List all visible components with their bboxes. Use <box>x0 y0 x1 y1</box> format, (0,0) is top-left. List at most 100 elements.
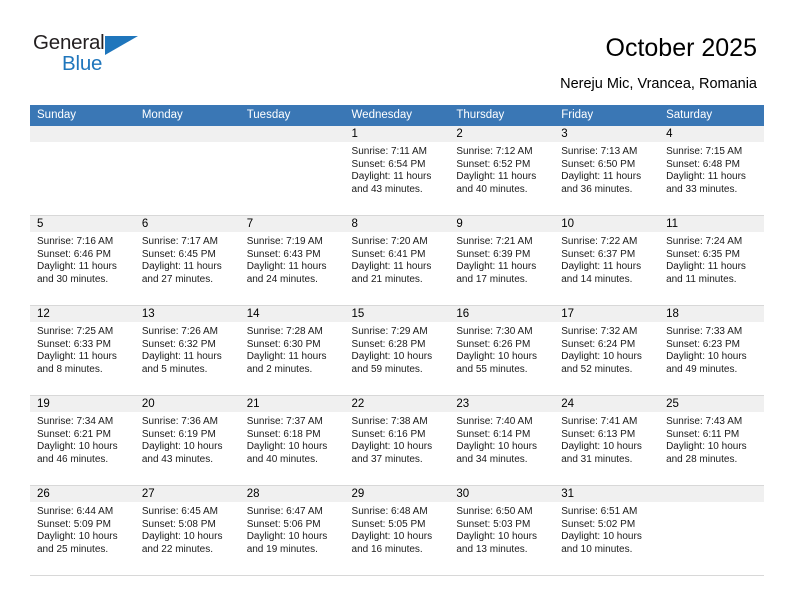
day-number: 30 <box>449 486 555 502</box>
calendar-day-cell[interactable]: 27 Sunrise: 6:45 AM Sunset: 5:08 PM Dayligh… <box>134 485 240 576</box>
calendar-day-cell[interactable]: 31 Sunrise: 6:51 AM Sunset: 5:02 PM Dayligh… <box>554 485 660 576</box>
weekday-header-row: Sunday Monday Tuesday Wednesday Thursday… <box>30 105 764 126</box>
daylight-text-line1: Daylight: 10 hours <box>141 441 223 453</box>
daylight-text-line2: and 59 minutes. <box>351 363 423 375</box>
day-cell-content: 21 Sunrise: 7:37 AM Sunset: 6:18 PM Dayligh… <box>239 396 345 485</box>
sunset-text: Sunset: 6:16 PM <box>351 428 426 440</box>
day-details: Sunrise: 7:16 AM Sunset: 6:46 PM Daylight:… <box>30 232 135 286</box>
day-number: 9 <box>449 216 555 232</box>
weekday-header-saturday: Saturday <box>659 105 764 126</box>
calendar-day-cell[interactable]: 28 Sunrise: 6:47 AM Sunset: 5:06 PM Dayligh… <box>239 485 345 576</box>
day-cell-content: 12 Sunrise: 7:25 AM Sunset: 6:33 PM Dayligh… <box>30 306 135 395</box>
calendar-day-cell[interactable]: 5 Sunrise: 7:16 AM Sunset: 6:46 PM Daylight… <box>30 215 135 306</box>
calendar-day-cell[interactable]: 29 Sunrise: 6:48 AM Sunset: 5:05 PM Dayligh… <box>344 485 450 576</box>
calendar-day-cell[interactable]: 17 Sunrise: 7:32 AM Sunset: 6:24 PM Dayligh… <box>554 305 660 396</box>
daylight-text-line2: and 10 minutes. <box>561 543 633 555</box>
day-number: 14 <box>239 306 345 322</box>
sunset-text: Sunset: 6:45 PM <box>141 248 216 260</box>
calendar-day-cell[interactable]: 30 Sunrise: 6:50 AM Sunset: 5:03 PM Dayligh… <box>449 485 555 576</box>
day-details: Sunrise: 7:36 AM Sunset: 6:19 PM Daylight:… <box>135 412 240 466</box>
daylight-text-line1: Daylight: 10 hours <box>351 351 433 363</box>
day-details: Sunrise: 6:44 AM Sunset: 5:09 PM Daylight:… <box>30 502 135 556</box>
calendar-day-cell[interactable]: 21 Sunrise: 7:37 AM Sunset: 6:18 PM Dayligh… <box>239 395 345 486</box>
calendar-day-cell <box>659 485 764 576</box>
day-number: 2 <box>449 126 555 142</box>
sunrise-text: Sunrise: 7:30 AM <box>456 326 533 337</box>
calendar-day-cell[interactable]: 9 Sunrise: 7:21 AM Sunset: 6:39 PM Daylight… <box>449 215 555 306</box>
daylight-text-line2: and 25 minutes. <box>37 543 109 555</box>
daylight-text-line1: Daylight: 11 hours <box>666 261 746 273</box>
day-cell-content: 5 Sunrise: 7:16 AM Sunset: 6:46 PM Daylight… <box>30 216 135 305</box>
sunrise-text: Sunrise: 6:47 AM <box>246 506 323 517</box>
page-subtitle: Nereju Mic, Vrancea, Romania <box>560 76 757 92</box>
daylight-text-line2: and 46 minutes. <box>37 453 109 465</box>
sunrise-text: Sunrise: 7:19 AM <box>246 236 323 247</box>
day-details: Sunrise: 7:25 AM Sunset: 6:33 PM Daylight:… <box>30 322 135 376</box>
day-cell-content: 31 Sunrise: 6:51 AM Sunset: 5:02 PM Dayligh… <box>554 486 660 575</box>
day-number: 5 <box>30 216 135 232</box>
sunset-text: Sunset: 6:14 PM <box>456 428 531 440</box>
day-cell-content: 29 Sunrise: 6:48 AM Sunset: 5:05 PM Dayligh… <box>344 486 450 575</box>
calendar-day-cell[interactable]: 25 Sunrise: 7:43 AM Sunset: 6:11 PM Dayligh… <box>659 395 764 486</box>
day-details: Sunrise: 7:41 AM Sunset: 6:13 PM Daylight:… <box>554 412 659 466</box>
day-number <box>134 126 240 142</box>
sunrise-sunset-calendar: Sunday Monday Tuesday Wednesday Thursday… <box>30 105 764 576</box>
calendar-day-cell[interactable]: 24 Sunrise: 7:41 AM Sunset: 6:13 PM Dayligh… <box>554 395 660 486</box>
calendar-day-cell[interactable]: 12 Sunrise: 7:25 AM Sunset: 6:33 PM Dayligh… <box>30 305 135 396</box>
sunrise-text: Sunrise: 7:24 AM <box>666 236 743 247</box>
sunrise-text: Sunrise: 7:33 AM <box>666 326 743 337</box>
day-cell-content: 28 Sunrise: 6:47 AM Sunset: 5:06 PM Dayligh… <box>239 486 345 575</box>
day-cell-content: 22 Sunrise: 7:38 AM Sunset: 6:16 PM Dayligh… <box>344 396 450 485</box>
daylight-text-line1: Daylight: 10 hours <box>561 531 642 543</box>
day-number: 23 <box>449 396 555 412</box>
calendar-day-cell[interactable]: 11 Sunrise: 7:24 AM Sunset: 6:35 PM Dayligh… <box>659 215 764 306</box>
calendar-day-cell[interactable]: 8 Sunrise: 7:20 AM Sunset: 6:41 PM Daylight… <box>344 215 450 306</box>
general-blue-logo[interactable]: General Blue <box>33 32 163 83</box>
daylight-text-line2: and 21 minutes. <box>351 273 423 285</box>
calendar-day-cell[interactable]: 20 Sunrise: 7:36 AM Sunset: 6:19 PM Dayligh… <box>134 395 240 486</box>
calendar-day-cell[interactable]: 22 Sunrise: 7:38 AM Sunset: 6:16 PM Dayligh… <box>344 395 450 486</box>
day-details: Sunrise: 7:13 AM Sunset: 6:50 PM Daylight:… <box>554 142 659 196</box>
day-number: 12 <box>30 306 135 322</box>
calendar-day-cell[interactable]: 10 Sunrise: 7:22 AM Sunset: 6:37 PM Dayligh… <box>554 215 660 306</box>
calendar-day-cell[interactable]: 26 Sunrise: 6:44 AM Sunset: 5:09 PM Dayligh… <box>30 485 135 576</box>
sunset-text: Sunset: 6:35 PM <box>666 248 740 260</box>
day-number: 16 <box>449 306 555 322</box>
calendar-day-cell[interactable]: 4 Sunrise: 7:15 AM Sunset: 6:48 PM Daylight… <box>659 126 764 216</box>
calendar-day-cell[interactable]: 13 Sunrise: 7:26 AM Sunset: 6:32 PM Dayligh… <box>134 305 240 396</box>
day-number <box>30 126 135 142</box>
calendar-week-row: 26 Sunrise: 6:44 AM Sunset: 5:09 PM Dayligh… <box>30 485 764 576</box>
daylight-text-line2: and 24 minutes. <box>246 273 318 285</box>
calendar-day-cell[interactable]: 6 Sunrise: 7:17 AM Sunset: 6:45 PM Daylight… <box>134 215 240 306</box>
day-cell-content <box>659 486 764 575</box>
calendar-day-cell[interactable]: 3 Sunrise: 7:13 AM Sunset: 6:50 PM Daylight… <box>554 126 660 216</box>
sunset-text: Sunset: 6:41 PM <box>351 248 426 260</box>
daylight-text-line1: Daylight: 11 hours <box>456 261 537 273</box>
day-cell-content: 18 Sunrise: 7:33 AM Sunset: 6:23 PM Dayligh… <box>659 306 764 395</box>
calendar-day-cell[interactable]: 18 Sunrise: 7:33 AM Sunset: 6:23 PM Dayligh… <box>659 305 764 396</box>
daylight-text-line1: Daylight: 11 hours <box>246 261 327 273</box>
weekday-header-tuesday: Tuesday <box>239 105 345 126</box>
day-cell-content: 25 Sunrise: 7:43 AM Sunset: 6:11 PM Dayligh… <box>659 396 764 485</box>
day-number: 4 <box>659 126 764 142</box>
day-details: Sunrise: 6:51 AM Sunset: 5:02 PM Daylight:… <box>554 502 659 556</box>
calendar-body: 1 Sunrise: 7:11 AM Sunset: 6:54 PM Daylight… <box>30 126 764 576</box>
calendar-week-row: 19 Sunrise: 7:34 AM Sunset: 6:21 PM Dayligh… <box>30 395 764 486</box>
day-cell-content <box>239 126 345 215</box>
weekday-header-monday: Monday <box>134 105 240 126</box>
calendar-day-cell[interactable]: 15 Sunrise: 7:29 AM Sunset: 6:28 PM Dayligh… <box>344 305 450 396</box>
calendar-day-cell[interactable]: 23 Sunrise: 7:40 AM Sunset: 6:14 PM Dayligh… <box>449 395 555 486</box>
daylight-text-line1: Daylight: 11 hours <box>561 261 642 273</box>
daylight-text-line1: Daylight: 10 hours <box>37 531 118 543</box>
calendar-day-cell[interactable]: 19 Sunrise: 7:34 AM Sunset: 6:21 PM Dayligh… <box>30 395 135 486</box>
day-details: Sunrise: 7:21 AM Sunset: 6:39 PM Daylight:… <box>449 232 554 286</box>
day-cell-content: 14 Sunrise: 7:28 AM Sunset: 6:30 PM Dayligh… <box>239 306 345 395</box>
calendar-day-cell[interactable]: 14 Sunrise: 7:28 AM Sunset: 6:30 PM Dayligh… <box>239 305 345 396</box>
day-number: 31 <box>554 486 660 502</box>
weekday-header-friday: Friday <box>554 105 660 126</box>
calendar-day-cell[interactable]: 2 Sunrise: 7:12 AM Sunset: 6:52 PM Daylight… <box>449 126 555 216</box>
calendar-day-cell[interactable]: 1 Sunrise: 7:11 AM Sunset: 6:54 PM Daylight… <box>344 126 450 216</box>
calendar-day-cell[interactable]: 16 Sunrise: 7:30 AM Sunset: 6:26 PM Dayligh… <box>449 305 555 396</box>
day-number: 7 <box>239 216 345 232</box>
calendar-day-cell[interactable]: 7 Sunrise: 7:19 AM Sunset: 6:43 PM Daylight… <box>239 215 345 306</box>
